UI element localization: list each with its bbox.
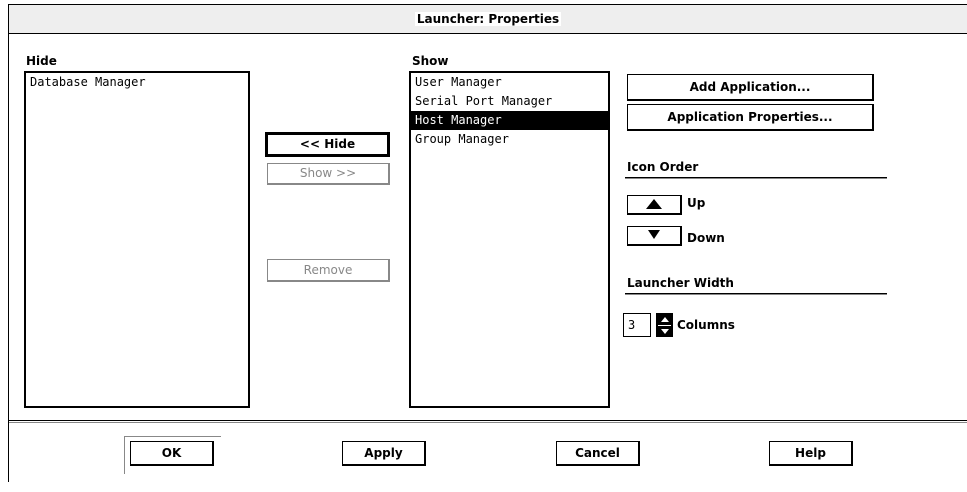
ok-button[interactable]: OK: [130, 441, 214, 466]
move-up-button[interactable]: [627, 195, 682, 215]
columns-stepper[interactable]: [656, 313, 673, 337]
window-frame-left: [8, 4, 9, 482]
stepper-down-icon[interactable]: [660, 329, 669, 334]
up-label: Up: [687, 196, 706, 210]
remove-button[interactable]: Remove: [267, 259, 390, 282]
arrow-down-icon: [648, 230, 660, 239]
move-down-button[interactable]: [627, 226, 682, 246]
columns-label: Columns: [677, 318, 735, 332]
list-item-selected[interactable]: Host Manager: [411, 111, 608, 130]
window-title: Launcher: Properties: [414, 12, 562, 26]
add-application-button[interactable]: Add Application...: [627, 74, 874, 101]
title-bar[interactable]: Launcher: Properties: [9, 5, 967, 33]
down-label: Down: [687, 231, 725, 245]
hide-label: Hide: [26, 54, 57, 68]
help-button[interactable]: Help: [769, 441, 853, 466]
hide-button[interactable]: << Hide: [265, 132, 390, 157]
show-button[interactable]: Show >>: [267, 163, 390, 185]
footer-divider: [9, 420, 967, 421]
list-item[interactable]: Group Manager: [411, 130, 608, 149]
stepper-divider: [658, 325, 671, 326]
arrow-up-icon: [646, 199, 662, 209]
launcher-width-label: Launcher Width: [627, 276, 734, 290]
show-label: Show: [412, 54, 449, 68]
show-listbox[interactable]: User Manager Serial Port Manager Host Ma…: [409, 71, 610, 408]
stepper-up-icon[interactable]: [660, 317, 669, 322]
application-properties-button[interactable]: Application Properties...: [627, 104, 874, 131]
icon-order-label: Icon Order: [627, 160, 699, 174]
cancel-button[interactable]: Cancel: [556, 441, 640, 466]
list-item[interactable]: User Manager: [411, 73, 608, 92]
list-item[interactable]: Database Manager: [26, 73, 248, 92]
apply-button[interactable]: Apply: [342, 441, 426, 466]
hide-listbox[interactable]: Database Manager: [24, 71, 250, 408]
launcher-width-divider: [625, 293, 887, 295]
columns-input[interactable]: 3: [623, 313, 651, 337]
list-item[interactable]: Serial Port Manager: [411, 92, 608, 111]
icon-order-divider: [625, 177, 887, 179]
footer-divider-shadow: [9, 422, 967, 423]
title-divider: [9, 33, 967, 34]
